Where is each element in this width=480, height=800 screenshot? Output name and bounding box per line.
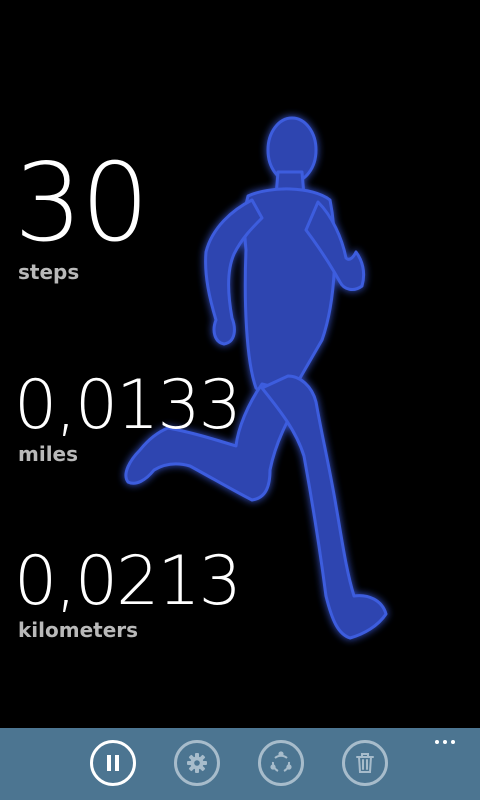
- miles-value: 0,0133: [14, 366, 242, 445]
- kilometers-stat: 0,0213 kilometers: [14, 542, 242, 642]
- steps-value: 30: [14, 141, 149, 266]
- delete-button[interactable]: [342, 740, 388, 786]
- ellipsis-dot: [443, 740, 447, 744]
- miles-stat: 0,0133 miles: [14, 366, 242, 466]
- steps-stat: 30 steps: [14, 141, 149, 283]
- miles-unit-label: miles: [18, 442, 79, 466]
- gear-icon: [187, 753, 207, 773]
- kilometers-value: 0,0213: [14, 542, 242, 621]
- pause-icon: [107, 755, 119, 771]
- more-options-button[interactable]: [430, 732, 460, 752]
- settings-button[interactable]: [174, 740, 220, 786]
- application-bar: [0, 728, 480, 800]
- kilometers-unit-label: kilometers: [18, 618, 139, 642]
- trash-icon: [356, 753, 374, 773]
- share-button[interactable]: [258, 740, 304, 786]
- share-icon: [270, 751, 292, 772]
- ellipsis-dot: [451, 740, 455, 744]
- pedometer-screen: 30 steps 0,0133 miles 0,0213 kilometers: [0, 0, 480, 800]
- ellipsis-dot: [435, 740, 439, 744]
- pause-button[interactable]: [90, 740, 136, 786]
